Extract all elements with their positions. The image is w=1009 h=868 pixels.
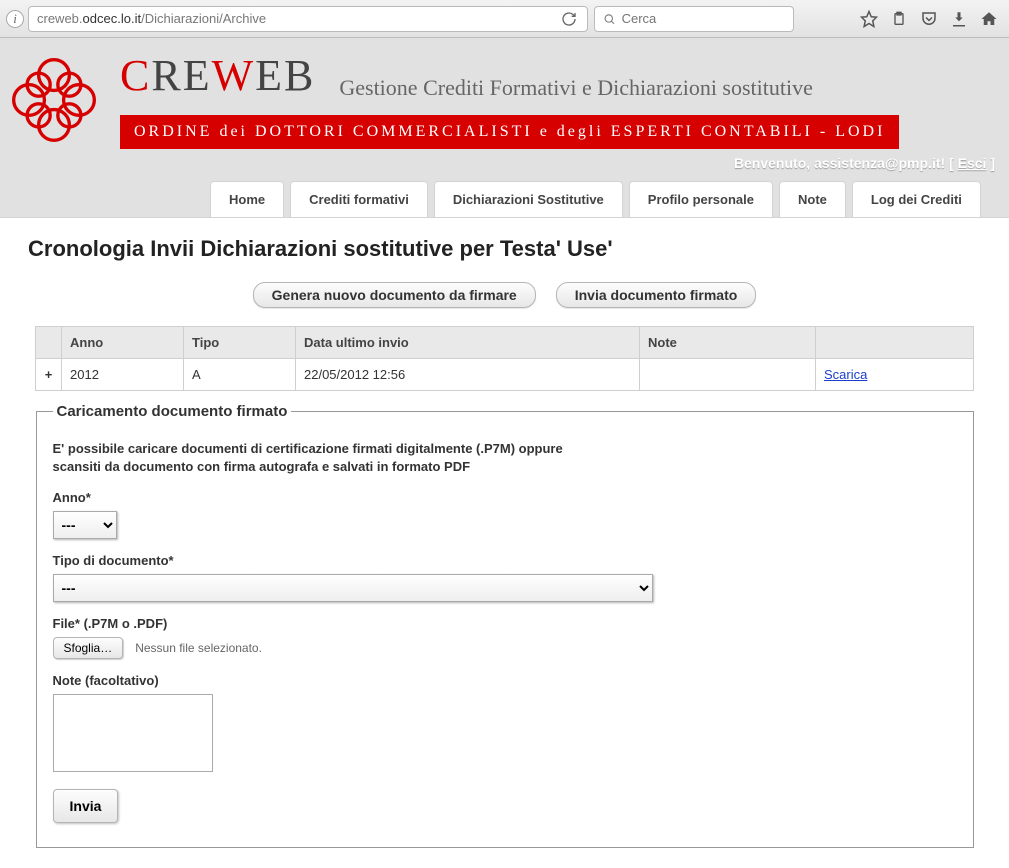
file-browse-button[interactable]: Sfoglia… bbox=[53, 637, 124, 659]
main-content: Cronologia Invii Dichiarazioni sostituti… bbox=[0, 217, 1009, 868]
pocket-icon[interactable] bbox=[919, 9, 939, 29]
brand-wordmark: CREWEB bbox=[120, 50, 315, 101]
upload-help-text: E' possibile caricare documenti di certi… bbox=[53, 440, 573, 476]
search-icon bbox=[603, 12, 616, 26]
logo-mark bbox=[6, 52, 102, 148]
url-path: /Dichiarazioni/Archive bbox=[141, 11, 266, 26]
cell-note bbox=[640, 359, 816, 391]
th-data: Data ultimo invio bbox=[296, 327, 640, 359]
star-icon[interactable] bbox=[859, 9, 879, 29]
send-signed-document-button[interactable]: Invia documento firmato bbox=[556, 282, 757, 308]
anno-select[interactable]: --- bbox=[53, 511, 117, 539]
brand-subtitle-bar: ORDINE dei DOTTORI COMMERCIALISTI e degl… bbox=[120, 115, 899, 149]
welcome-prefix: Benvenuto, bbox=[734, 155, 814, 171]
th-tipo: Tipo bbox=[184, 327, 296, 359]
search-input[interactable] bbox=[622, 11, 785, 26]
tab-log[interactable]: Log dei Crediti bbox=[852, 181, 981, 217]
logout-link[interactable]: Esci bbox=[958, 155, 987, 171]
cell-data: 22/05/2012 12:56 bbox=[296, 359, 640, 391]
table-row: + 2012 A 22/05/2012 12:56 Scarica bbox=[36, 359, 974, 391]
cell-anno: 2012 bbox=[62, 359, 184, 391]
note-label: Note (facoltativo) bbox=[53, 673, 957, 688]
search-bar[interactable] bbox=[594, 6, 794, 32]
cell-tipo: A bbox=[184, 359, 296, 391]
submit-button[interactable]: Invia bbox=[53, 789, 119, 823]
tab-home[interactable]: Home bbox=[210, 181, 284, 217]
upload-fieldset: Caricamento documento firmato E' possibi… bbox=[36, 403, 974, 848]
th-anno: Anno bbox=[62, 327, 184, 359]
download-link[interactable]: Scarica bbox=[824, 367, 867, 382]
anno-label: Anno* bbox=[53, 490, 957, 505]
tab-dichiarazioni[interactable]: Dichiarazioni Sostitutive bbox=[434, 181, 623, 217]
clipboard-icon[interactable] bbox=[889, 9, 909, 29]
info-icon[interactable]: i bbox=[6, 10, 24, 28]
reload-icon[interactable] bbox=[558, 8, 580, 30]
th-expand bbox=[36, 327, 62, 359]
welcome-bar: Benvenuto, assistenza@pmp.it! [ Esci ] bbox=[0, 149, 1009, 181]
upload-legend: Caricamento documento firmato bbox=[53, 403, 292, 420]
file-label: File* (.P7M o .PDF) bbox=[53, 616, 957, 631]
th-note: Note bbox=[640, 327, 816, 359]
page-header: CREWEB Gestione Crediti Formativi e Dich… bbox=[0, 38, 1009, 217]
file-status-text: Nessun file selezionato. bbox=[135, 641, 262, 655]
th-action bbox=[816, 327, 974, 359]
expand-row-button[interactable]: + bbox=[36, 359, 62, 391]
note-textarea[interactable] bbox=[53, 694, 213, 772]
tab-crediti[interactable]: Crediti formativi bbox=[290, 181, 428, 217]
brand-tagline: Gestione Crediti Formativi e Dichiarazio… bbox=[339, 75, 813, 101]
download-icon[interactable] bbox=[949, 9, 969, 29]
nav-tabs: Home Crediti formativi Dichiarazioni Sos… bbox=[0, 181, 1009, 217]
url-host: odcec.lo.it bbox=[83, 11, 142, 26]
home-icon[interactable] bbox=[979, 9, 999, 29]
address-bar[interactable]: creweb.odcec.lo.it/Dichiarazioni/Archive bbox=[28, 6, 588, 32]
tipo-select[interactable]: --- bbox=[53, 574, 653, 602]
tab-note[interactable]: Note bbox=[779, 181, 846, 217]
tipo-label: Tipo di documento* bbox=[53, 553, 957, 568]
page-title: Cronologia Invii Dichiarazioni sostituti… bbox=[28, 236, 981, 262]
generate-document-button[interactable]: Genera nuovo documento da firmare bbox=[253, 282, 536, 308]
welcome-user: assistenza@pmp.it bbox=[814, 155, 940, 171]
url-pre: creweb. bbox=[37, 11, 83, 26]
browser-chrome: i creweb.odcec.lo.it/Dichiarazioni/Archi… bbox=[0, 0, 1009, 38]
history-table: Anno Tipo Data ultimo invio Note + 2012 … bbox=[35, 326, 974, 391]
tab-profilo[interactable]: Profilo personale bbox=[629, 181, 773, 217]
